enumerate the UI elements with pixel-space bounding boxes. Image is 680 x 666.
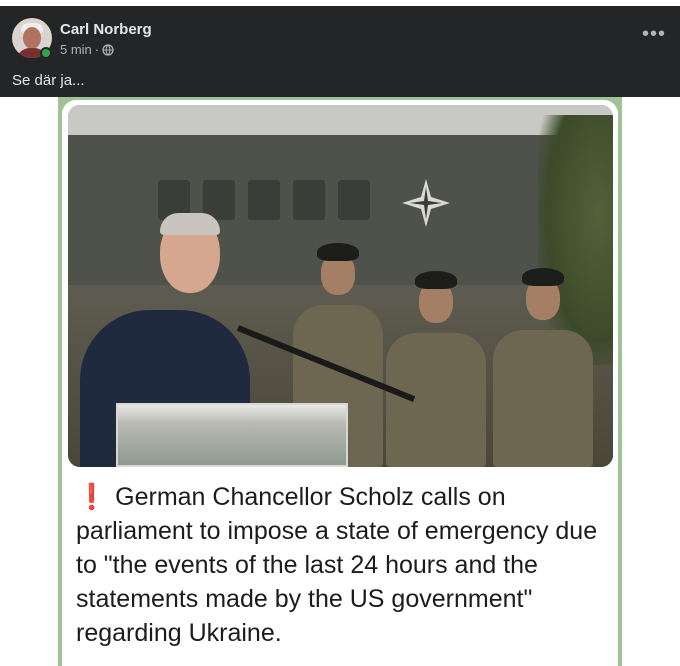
post-text: Se där ja... [12,72,85,89]
soldier-beret [317,243,359,261]
soldier-beret [522,268,564,286]
tank-launcher [248,180,280,220]
author-name[interactable]: Carl Norberg [60,21,152,38]
more-options-button[interactable]: ••• [642,24,666,44]
image-caption: ❗ German Chancellor Scholz calls on parli… [76,480,606,650]
online-status-icon [40,47,52,59]
speaker-hair [160,213,220,235]
post-time[interactable]: 5 min [60,42,92,57]
tank-launcher [338,180,370,220]
soldier-figure [493,268,593,467]
soldier-figure [386,271,486,467]
image-card: ❗ German Chancellor Scholz calls on parli… [62,100,618,666]
photo-foliage [538,115,613,365]
meta-separator: · [94,42,100,57]
exclamation-icon: ❗ [76,483,108,511]
caption-text: German Chancellor Scholz calls on parlia… [76,483,598,647]
avatar-face [23,27,41,49]
post-meta: 5 min · [60,42,114,57]
soldier-beret [415,271,457,289]
tank-launcher [293,180,325,220]
post-image[interactable]: ❗ German Chancellor Scholz calls on parli… [58,97,622,666]
news-photo [68,105,613,467]
globe-icon[interactable] [102,43,114,56]
post-header: Carl Norberg 5 min · ••• Se där ja... [0,0,680,97]
podium [116,403,348,467]
iron-cross-icon [402,179,450,227]
